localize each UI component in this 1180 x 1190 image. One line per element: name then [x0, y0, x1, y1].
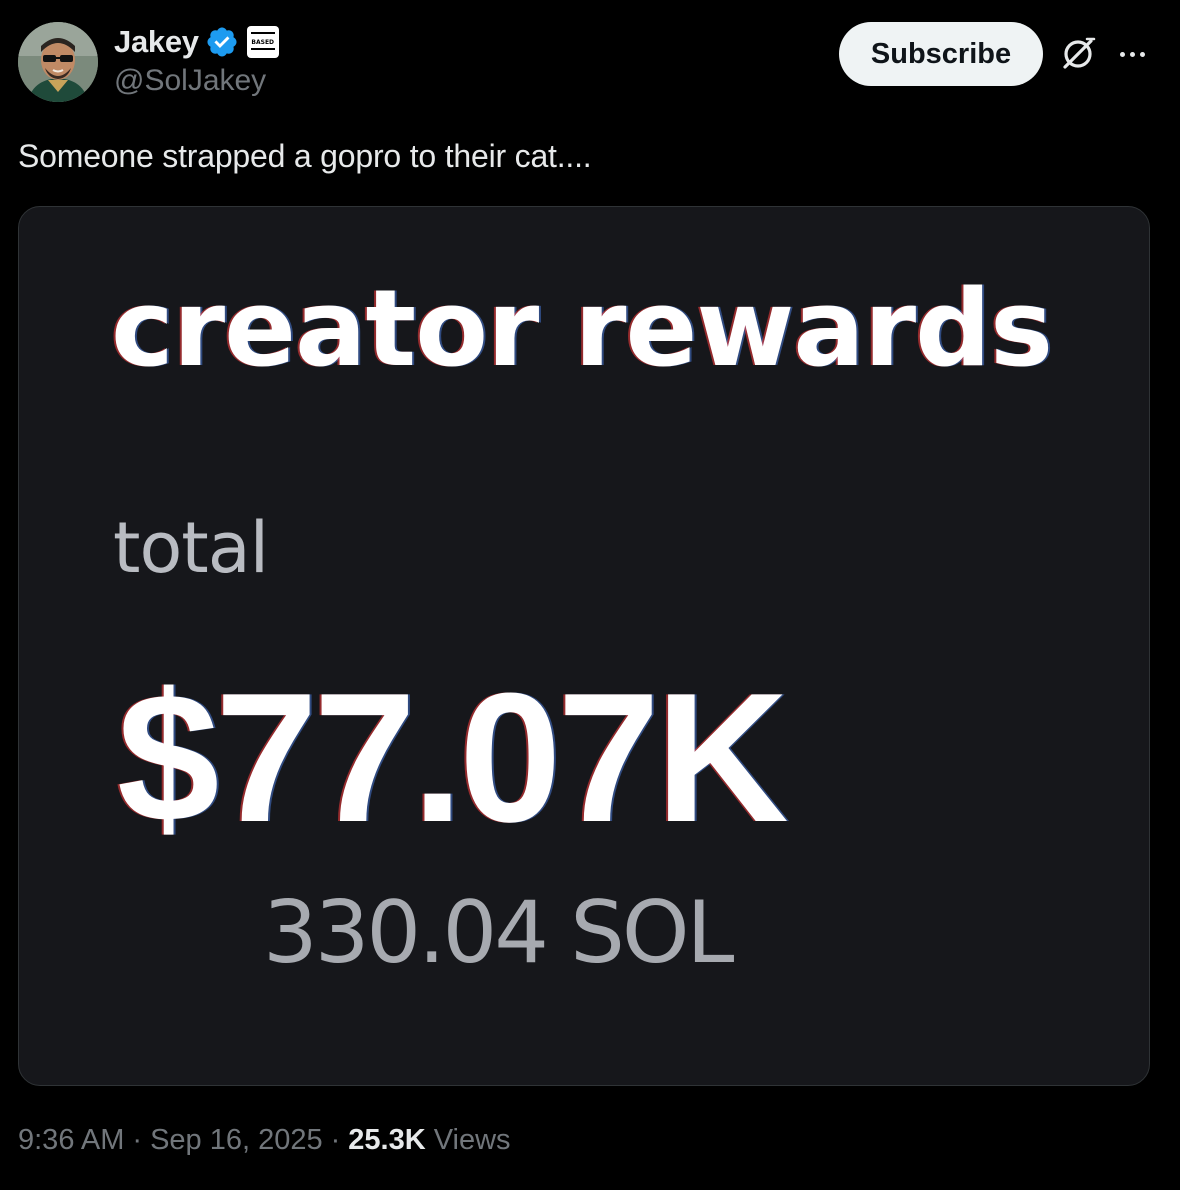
avatar[interactable] [18, 22, 98, 102]
media-heading: creator rewards [111, 267, 1053, 390]
subscribe-button[interactable]: Subscribe [839, 22, 1043, 86]
views-count[interactable]: 25.3K [348, 1124, 425, 1157]
media-total-amount: $77.07K [117, 654, 789, 860]
views-label[interactable]: Views [434, 1124, 511, 1157]
verified-badge-icon[interactable] [205, 25, 239, 59]
meta-separator: · [330, 1124, 341, 1156]
author-handle[interactable]: @SolJakey [114, 64, 266, 98]
media-image-card[interactable]: creator rewards total $77.07K 330.04 SOL [18, 206, 1150, 1086]
media-sol-amount: 330.04 SOL [263, 883, 734, 983]
author-name-row: Jakey BASED [114, 22, 279, 62]
tweet-time[interactable]: 9:36 AM [18, 1124, 124, 1157]
grok-icon[interactable] [1058, 34, 1098, 74]
author-display-name[interactable]: Jakey [114, 24, 199, 60]
tweet-date[interactable]: Sep 16, 2025 [150, 1124, 323, 1157]
tweet-meta: 9:36 AM · Sep 16, 2025 · 25.3K Views [18, 1124, 511, 1157]
meta-separator: · [132, 1124, 143, 1156]
more-options-icon[interactable] [1112, 36, 1152, 72]
user-avatar-image [18, 22, 98, 102]
media-total-label: total [113, 507, 269, 589]
tweet-text: Someone strapped a gopro to their cat...… [18, 138, 592, 174]
tweet-post: Jakey BASED @SolJakey Subscribe Someone … [0, 0, 1180, 1190]
affiliate-badge-text: BASED [251, 38, 275, 46]
affiliate-badge-icon[interactable]: BASED [246, 26, 279, 58]
